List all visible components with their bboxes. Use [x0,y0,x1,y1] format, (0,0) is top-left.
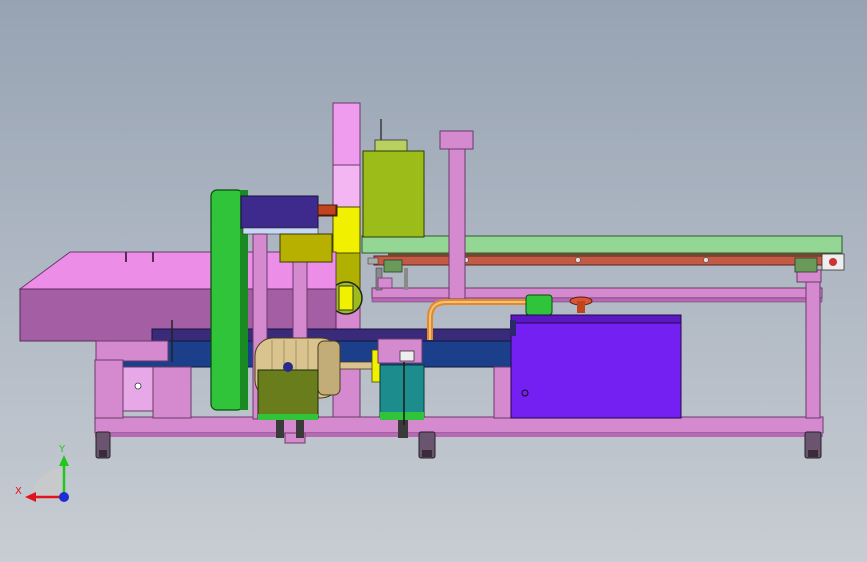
z-axis-dot [59,492,69,502]
feed-column-mid [332,164,361,208]
hopper-seam [152,252,154,262]
conveyor-roller-hub [829,258,837,266]
coordinate-triad[interactable]: Y X [15,444,69,502]
machine-assembly-drawing: Y X [15,102,845,502]
x-axis-arrow [25,492,36,502]
y-axis-label: Y [58,444,66,455]
rail-bolt [703,257,709,263]
conveyor-belt [361,235,843,254]
rail-bolt [575,257,581,263]
hydraulic-tank [510,314,682,419]
drive-shaft [317,204,337,216]
conveyor-rail [373,255,830,266]
pump-foot [398,420,408,438]
caster-wheel [808,450,818,457]
top-conveyor [361,235,845,273]
triad-plane [32,468,64,500]
red-cap-stem [577,301,585,313]
leg-mid [493,366,513,419]
tank-fitting [510,320,516,336]
x-axis-label: X [15,486,22,497]
beam-end-bracket [95,340,169,362]
hopper-seam [125,252,127,262]
base-rail-shadow [95,433,823,437]
caster-wheel [99,450,107,457]
teal-pump-base [380,412,424,420]
round-sensor-window [338,285,354,311]
leg-left [94,359,124,419]
tank-lid [510,314,682,324]
green-belt-guard [210,189,244,411]
upper-drive-plate [242,227,319,235]
gearbox-base [258,414,318,420]
gearbox [257,369,319,419]
motor-terminal [283,362,293,372]
motor-output-shaft [339,361,375,370]
teal-pump-body [379,364,425,418]
motor-end-cap [317,340,341,396]
conveyor-end-bracket-right [794,257,818,273]
drive-yellow-block [279,233,333,263]
tank-body [510,322,682,419]
leg-left-bolt [134,382,142,390]
control-box [362,119,425,238]
leg-left-inner [152,366,192,419]
pump-gauge [399,350,415,362]
y-axis-arrow [59,455,69,466]
gearbox-foot [296,420,304,438]
upper-drive-housing [240,195,319,229]
small-bracket [377,277,393,289]
dark-navy-rail [151,328,523,342]
box-handle [374,139,408,153]
conveyor-end-bracket-left [383,259,403,273]
green-valve [525,294,553,316]
cad-viewport[interactable]: Y X [0,0,867,562]
tall-post [448,148,466,300]
post-cap [439,130,474,150]
guide-rod-knob [367,257,379,265]
guide-rod [404,268,408,290]
upper-cross-beam [371,287,823,299]
leg-right [805,281,821,419]
base-rail [94,416,824,434]
control-box-body [362,150,425,238]
tall-post-assembly [439,130,474,300]
feed-hopper [18,251,337,342]
feed-column-top [332,102,361,166]
caster-wheel [422,450,432,457]
gearbox-foot [276,420,284,438]
